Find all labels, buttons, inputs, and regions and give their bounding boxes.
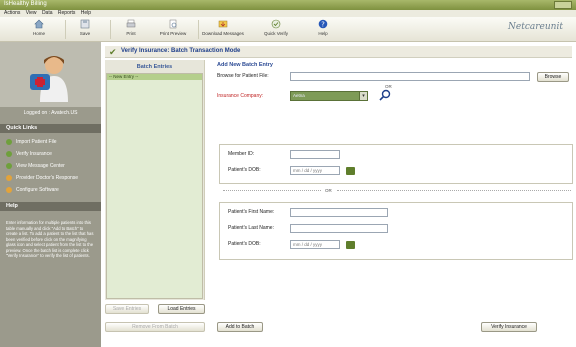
last-name-label: Patient's Last Name: (228, 225, 274, 231)
menu-help[interactable]: Help (81, 10, 91, 17)
remove-from-batch-button[interactable]: Remove From Batch (105, 322, 205, 332)
home-button[interactable]: Home (16, 19, 62, 41)
quick-link-configure-software[interactable]: Configure Software (6, 185, 59, 195)
download-icon (218, 20, 228, 28)
toolbar: Home Save Print Print Preview Download M… (0, 17, 576, 42)
last-name-input[interactable] (290, 224, 388, 233)
print-preview-button[interactable]: Print Preview (150, 19, 196, 41)
import-icon (6, 138, 12, 145)
dob-label: Patient's DOB: (228, 241, 261, 247)
insurance-select[interactable]: Aetna ▾ (290, 91, 368, 101)
avatar-area (0, 42, 101, 107)
insurance-label: Insurance Company: (217, 93, 264, 99)
first-name-input[interactable] (290, 208, 388, 217)
browse-button[interactable]: Browse (537, 72, 569, 82)
download-messages-label: Download Messages (202, 31, 244, 36)
logged-in-status: Logged on : Avatech.US (23, 110, 78, 116)
patient-name-section: Patient's First Name: Patient's Last Nam… (219, 202, 573, 260)
dob-label: Patient's DOB: (228, 167, 261, 173)
avatar (30, 56, 68, 102)
help-button[interactable]: ? Help (300, 19, 346, 41)
application-window: IsHealthy Billing Actions View Data Repo… (0, 0, 576, 347)
verify-icon (6, 150, 12, 157)
quick-verify-icon (271, 19, 281, 29)
quick-link-label: Configure Software (16, 187, 59, 193)
patient-file-input[interactable] (290, 72, 530, 81)
print-label: Print (126, 31, 136, 36)
toolbar-separator (198, 20, 199, 39)
quick-link-verify-insurance[interactable]: Verify Insurance (6, 149, 52, 159)
help-text: Enter information for multiple patients … (6, 220, 94, 258)
window-title: IsHealthy Billing (4, 1, 47, 7)
brand-logo: Netcareunit (508, 22, 563, 32)
menu-data[interactable]: Data (42, 10, 53, 17)
save-label: Save (79, 31, 91, 36)
save-button[interactable]: Save (62, 19, 108, 41)
batch-entry-form: Add New Batch Entry Browse for Patient F… (217, 62, 573, 312)
verify-insurance-button[interactable]: Verify Insurance (481, 322, 537, 332)
home-label: Home (32, 31, 45, 36)
quick-link-label: Provider Doctor's Response (16, 175, 79, 181)
member-id-section: Member ID: Patient's DOB: mm / dd / yyyy (219, 144, 573, 184)
save-icon (80, 19, 90, 29)
calendar-icon[interactable] (346, 167, 355, 175)
quick-link-view-message-center[interactable]: View Message Center (6, 161, 65, 171)
member-id-input[interactable] (290, 150, 340, 159)
svg-text:?: ? (321, 21, 325, 29)
print-preview-label: Print Preview (159, 31, 187, 36)
page-title: Verify Insurance: Batch Transaction Mode (121, 48, 241, 54)
menu-bar: Actions View Data Reports Help (0, 10, 576, 17)
quick-link-label: Import Patient File (16, 139, 57, 145)
checkmark-icon: ✔ (109, 47, 117, 57)
download-messages-button[interactable]: Download Messages (200, 19, 246, 41)
calendar-icon[interactable] (346, 241, 355, 249)
add-to-batch-button[interactable]: Add to Batch (217, 322, 263, 332)
window-controls[interactable] (554, 1, 572, 9)
quick-verify-button[interactable]: Quick Verify (253, 19, 299, 41)
insurance-selected: Aetna (293, 93, 305, 98)
quick-link-import-patient-file[interactable]: Import Patient File (6, 137, 57, 147)
menu-view[interactable]: View (26, 10, 37, 17)
separator (223, 190, 321, 191)
main-content: ✔ Verify Insurance: Batch Transaction Mo… (101, 42, 576, 347)
quick-verify-label: Quick Verify (263, 31, 288, 36)
quick-link-provider-response[interactable]: Provider Doctor's Response (6, 173, 78, 183)
quick-links-heading: Quick Links (0, 124, 101, 133)
form-title: Add New Batch Entry (217, 62, 273, 68)
quick-link-label: View Message Center (16, 163, 65, 169)
print-icon (126, 19, 136, 28)
help-icon: ? (318, 19, 328, 29)
batch-entries-list[interactable]: -- New Entry -- (106, 73, 203, 299)
message-icon (6, 162, 12, 169)
quick-link-label: Verify Insurance (16, 151, 52, 157)
configure-icon (6, 186, 12, 193)
magnifier-icon[interactable] (379, 89, 391, 101)
help-label: Help (318, 31, 328, 36)
print-button[interactable]: Print (108, 19, 154, 41)
browse-label: Browse for Patient File: (217, 73, 269, 79)
batch-entries-panel: Batch Entries -- New Entry -- (105, 60, 205, 300)
batch-entries-title: Batch Entries (136, 64, 173, 70)
home-icon (34, 19, 44, 29)
provider-icon (6, 174, 12, 181)
menu-actions[interactable]: Actions (4, 10, 20, 17)
list-item[interactable]: -- New Entry -- (107, 74, 202, 80)
dob-input[interactable]: mm / dd / yyyy (290, 240, 340, 249)
sidebar: Logged on : Avatech.US Quick Links Impor… (0, 42, 101, 347)
title-bar: IsHealthy Billing (0, 0, 576, 10)
chevron-down-icon[interactable]: ▾ (359, 91, 368, 101)
member-id-label: Member ID: (228, 151, 255, 157)
separator (337, 190, 571, 191)
save-entries-button[interactable]: Save Entries (105, 304, 149, 314)
load-entries-button[interactable]: Load Entries (158, 304, 205, 314)
help-heading: Help (0, 202, 101, 211)
or-divider: OR (325, 188, 332, 193)
page-header: ✔ Verify Insurance: Batch Transaction Mo… (105, 46, 572, 58)
menu-reports[interactable]: Reports (58, 10, 76, 17)
first-name-label: Patient's First Name: (228, 209, 275, 215)
dob-input[interactable]: mm / dd / yyyy (290, 166, 340, 175)
print-preview-icon (169, 19, 177, 29)
